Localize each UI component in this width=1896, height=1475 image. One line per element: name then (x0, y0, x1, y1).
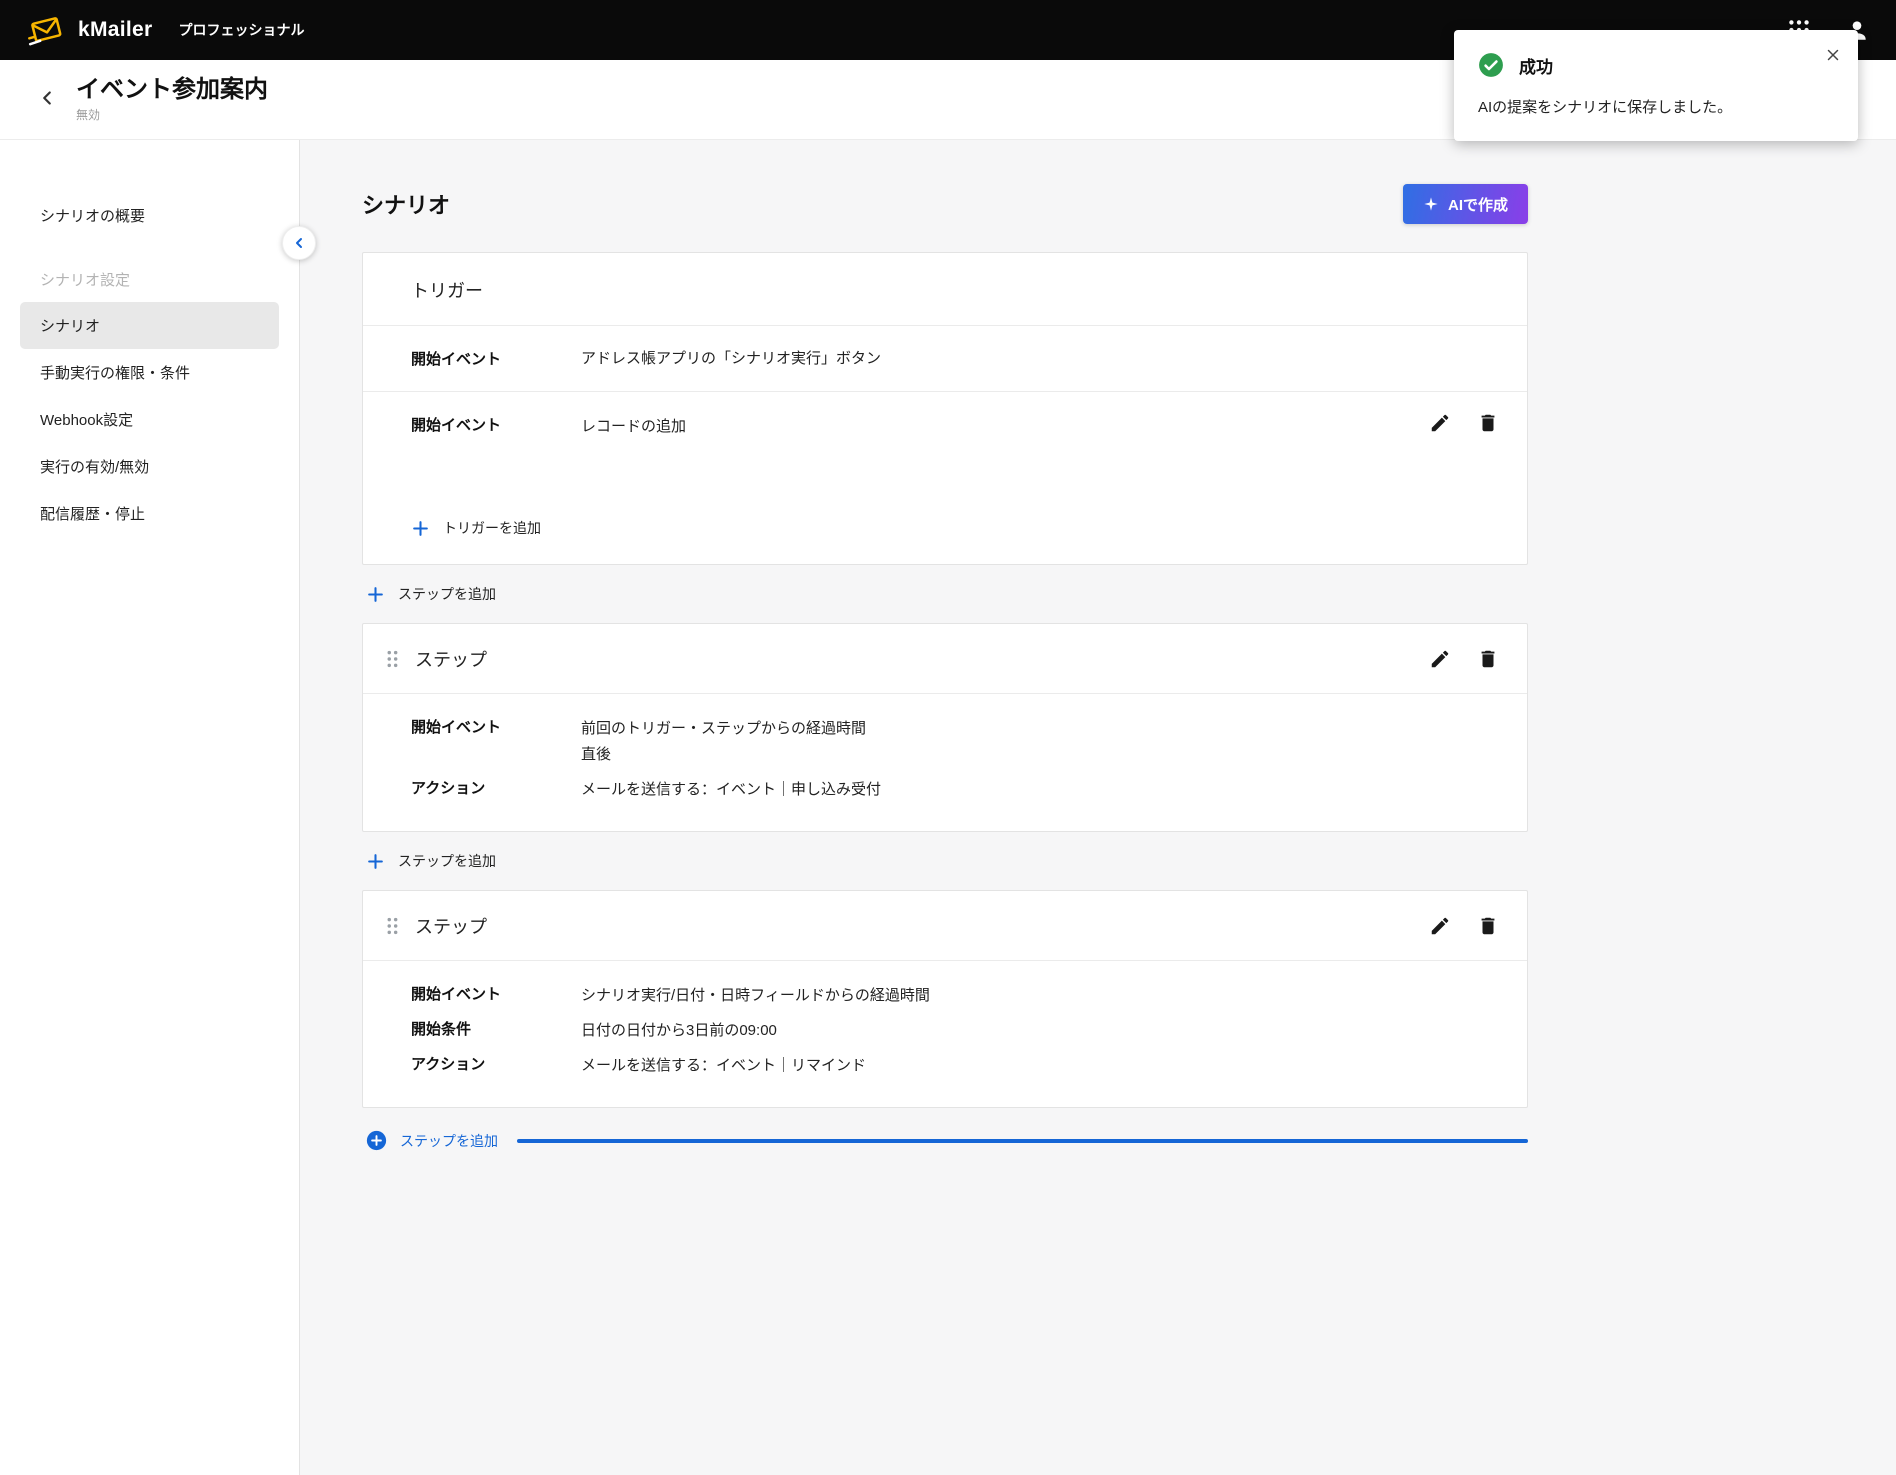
sidebar-collapse-button[interactable] (282, 226, 316, 260)
trash-icon (1477, 915, 1499, 937)
step-card-title: ステップ (415, 913, 487, 939)
step-row: 開始条件 日付の日付から3日前の09:00 (411, 1018, 1499, 1044)
step-row-label: 開始条件 (411, 1018, 581, 1044)
add-step-button[interactable]: ステップを追加 (366, 851, 496, 871)
trigger-card-title: トリガー (363, 253, 1527, 326)
add-step-button[interactable]: ステップを追加 (366, 584, 496, 604)
page-title: イベント参加案内 (76, 76, 268, 104)
pencil-icon (1429, 648, 1451, 670)
add-trigger-button[interactable]: トリガーを追加 (363, 498, 1527, 564)
trigger-row: 開始イベント アドレス帳アプリの「シナリオ実行」ボタン (363, 326, 1527, 392)
sidebar: シナリオの概要 シナリオ設定 シナリオ 手動実行の権限・条件 Webhook設定… (0, 140, 300, 1475)
step-row: 開始イベント 前回のトリガー・ステップからの経過時間 直後 (411, 716, 1499, 768)
step-row-value: メールを送信する：イベント｜申し込み受付 (581, 777, 881, 803)
sidebar-item-scenario[interactable]: シナリオ (20, 302, 279, 349)
plus-icon (411, 519, 430, 538)
delete-step-button[interactable] (1477, 915, 1499, 937)
trigger-row-label: 開始イベント (411, 348, 581, 369)
kmailer-logo-icon[interactable] (26, 10, 66, 50)
brand-name: kMailer (78, 18, 152, 42)
sidebar-item-exec-enable[interactable]: 実行の有効/無効 (0, 443, 299, 490)
sidebar-item-manual-exec-permissions[interactable]: 手動実行の権限・条件 (0, 349, 299, 396)
step-row-label: 開始イベント (411, 983, 581, 1009)
sidebar-item-webhook-settings[interactable]: Webhook設定 (0, 396, 299, 443)
ai-create-button-label: AIで作成 (1448, 194, 1508, 215)
step-row-value: シナリオ実行/日付・日時フィールドからの経過時間 (581, 983, 930, 1009)
trash-icon (1477, 648, 1499, 670)
step-row-label: 開始イベント (411, 716, 581, 768)
edit-trigger-button[interactable] (1429, 412, 1451, 434)
step-row: アクション メールを送信する：イベント｜リマインド (411, 1053, 1499, 1079)
step-row-value: メールを送信する：イベント｜リマインド (581, 1053, 866, 1079)
add-step-button-active[interactable]: ステップを追加 (366, 1130, 1528, 1151)
step-row-value: 日付の日付から3日前の09:00 (581, 1018, 777, 1044)
edit-step-button[interactable] (1429, 915, 1451, 937)
step-card-title: ステップ (415, 646, 487, 672)
add-step-label: ステップを追加 (400, 1131, 498, 1151)
trigger-row: 開始イベント レコードの追加 (363, 392, 1527, 498)
trigger-row-value: レコードの追加 (581, 414, 686, 440)
plus-icon (366, 852, 385, 871)
add-step-label: ステップを追加 (398, 851, 496, 871)
back-button[interactable] (32, 85, 62, 115)
ai-create-button[interactable]: AIで作成 (1403, 184, 1528, 224)
pencil-icon (1429, 412, 1451, 434)
edit-step-button[interactable] (1429, 648, 1451, 670)
step-insert-indicator-line (517, 1139, 1528, 1143)
plan-label: プロフェッショナル (178, 20, 304, 40)
pencil-icon (1429, 915, 1451, 937)
success-check-icon (1478, 52, 1504, 78)
sidebar-section-scenario-settings: シナリオ設定 (0, 239, 299, 302)
toast-message: AIの提案をシナリオに保存しました。 (1478, 96, 1834, 117)
delete-step-button[interactable] (1477, 648, 1499, 670)
drag-handle-icon[interactable] (381, 914, 403, 938)
toast-close-icon[interactable] (1824, 46, 1842, 64)
trash-icon (1477, 412, 1499, 434)
step-row-value: 前回のトリガー・ステップからの経過時間 直後 (581, 716, 866, 768)
add-step-label: ステップを追加 (398, 584, 496, 604)
step-row-label: アクション (411, 777, 581, 803)
sidebar-item-delivery-history[interactable]: 配信履歴・停止 (0, 490, 299, 537)
step-row-label: アクション (411, 1053, 581, 1079)
add-trigger-label: トリガーを追加 (443, 518, 541, 538)
step-card: ステップ (362, 623, 1528, 832)
sparkle-icon (1423, 196, 1439, 212)
plus-icon (366, 585, 385, 604)
main-panel: シナリオ AIで作成 トリガー 開始イベント アドレス帳アプリの「シナリオ実行」… (300, 140, 1896, 1475)
status-badge: 無効 (76, 106, 268, 123)
plus-circle-icon (366, 1130, 387, 1151)
section-title-scenario: シナリオ (362, 188, 450, 220)
drag-handle-icon[interactable] (381, 647, 403, 671)
trigger-row-label: 開始イベント (411, 414, 581, 435)
toast-success: 成功 AIの提案をシナリオに保存しました。 (1454, 30, 1858, 141)
trigger-card: トリガー 開始イベント アドレス帳アプリの「シナリオ実行」ボタン 開始イベント … (362, 252, 1528, 565)
step-row: 開始イベント シナリオ実行/日付・日時フィールドからの経過時間 (411, 983, 1499, 1009)
delete-trigger-button[interactable] (1477, 412, 1499, 434)
toast-title: 成功 (1519, 53, 1553, 78)
trigger-row-value: アドレス帳アプリの「シナリオ実行」ボタン (581, 346, 881, 372)
sidebar-item-scenario-overview[interactable]: シナリオの概要 (0, 192, 299, 239)
step-card: ステップ (362, 890, 1528, 1108)
step-row: アクション メールを送信する：イベント｜申し込み受付 (411, 777, 1499, 803)
